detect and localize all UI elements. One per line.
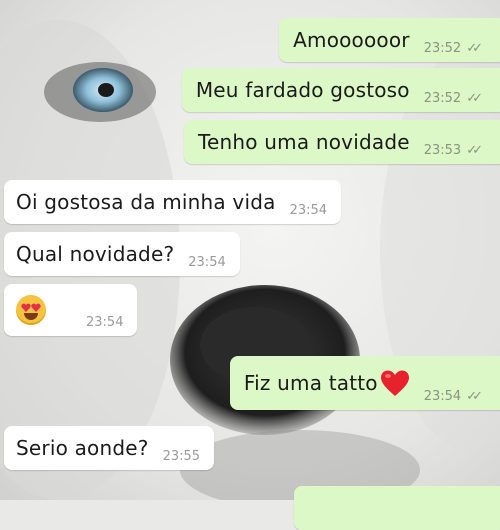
message-bubble-outgoing[interactable]: Meu fardado gostoso 23:52 ✓✓	[181, 68, 500, 112]
message-timestamp: 23:53	[423, 143, 462, 158]
message-text: Serio aonde?	[16, 436, 149, 460]
message-timestamp: 23:55	[162, 449, 201, 464]
message-meta: 23:53 ✓✓	[423, 143, 483, 158]
message-bubble-incoming[interactable]: 23:54	[4, 284, 138, 336]
message-bubble-incoming[interactable]: Oi gostosa da minha vida 23:54	[4, 180, 342, 224]
message-timestamp: 23:54	[188, 255, 226, 270]
message-bubble-incoming[interactable]: Serio aonde? 23:55	[4, 426, 215, 470]
read-receipt-icon: ✓✓	[466, 143, 483, 158]
message-bubble-outgoing[interactable]: Tenho uma novidade 23:53 ✓✓	[184, 120, 500, 164]
message-text: Meu fardado gostoso	[195, 78, 410, 102]
message-text: Amoooooor	[293, 28, 410, 52]
message-timestamp: 23:52	[423, 41, 462, 56]
message-meta: 23:52 ✓✓	[423, 41, 483, 56]
message-timestamp: 23:54	[289, 203, 328, 218]
message-meta: 23:52 ✓✓	[423, 91, 483, 106]
read-receipt-icon: ✓✓	[466, 389, 483, 404]
message-text: Fiz uma tatto	[243, 371, 378, 395]
heart-eyes-emoji-icon	[16, 295, 46, 325]
message-timestamp: 23:54	[423, 389, 462, 404]
message-timestamp: 23:52	[423, 91, 462, 106]
message-text: Tenho uma novidade	[198, 130, 410, 154]
message-bubble-outgoing-partial[interactable]	[294, 486, 500, 530]
message-meta: 23:54	[290, 203, 327, 218]
message-text: Oi gostosa da minha vida	[16, 190, 276, 214]
message-bubble-outgoing[interactable]: Fiz uma tatto 23:54 ✓✓	[229, 356, 500, 410]
message-text: Qual novidade?	[16, 242, 175, 266]
message-meta: 23:54	[188, 255, 225, 270]
message-bubble-outgoing[interactable]: Amoooooor 23:52 ✓✓	[279, 18, 500, 62]
message-meta: 23:54 ✓✓	[423, 389, 483, 404]
chat-conversation: Amoooooor 23:52 ✓✓ Meu fardado gostoso 2…	[0, 0, 500, 530]
message-timestamp: 23:54	[86, 315, 124, 330]
message-meta: 23:54	[86, 315, 123, 330]
read-receipt-icon: ✓✓	[466, 91, 483, 106]
red-heart-emoji-icon	[380, 370, 409, 396]
message-bubble-incoming[interactable]: Qual novidade? 23:54	[4, 232, 240, 276]
message-meta: 23:55	[163, 449, 200, 464]
read-receipt-icon: ✓✓	[466, 41, 483, 56]
